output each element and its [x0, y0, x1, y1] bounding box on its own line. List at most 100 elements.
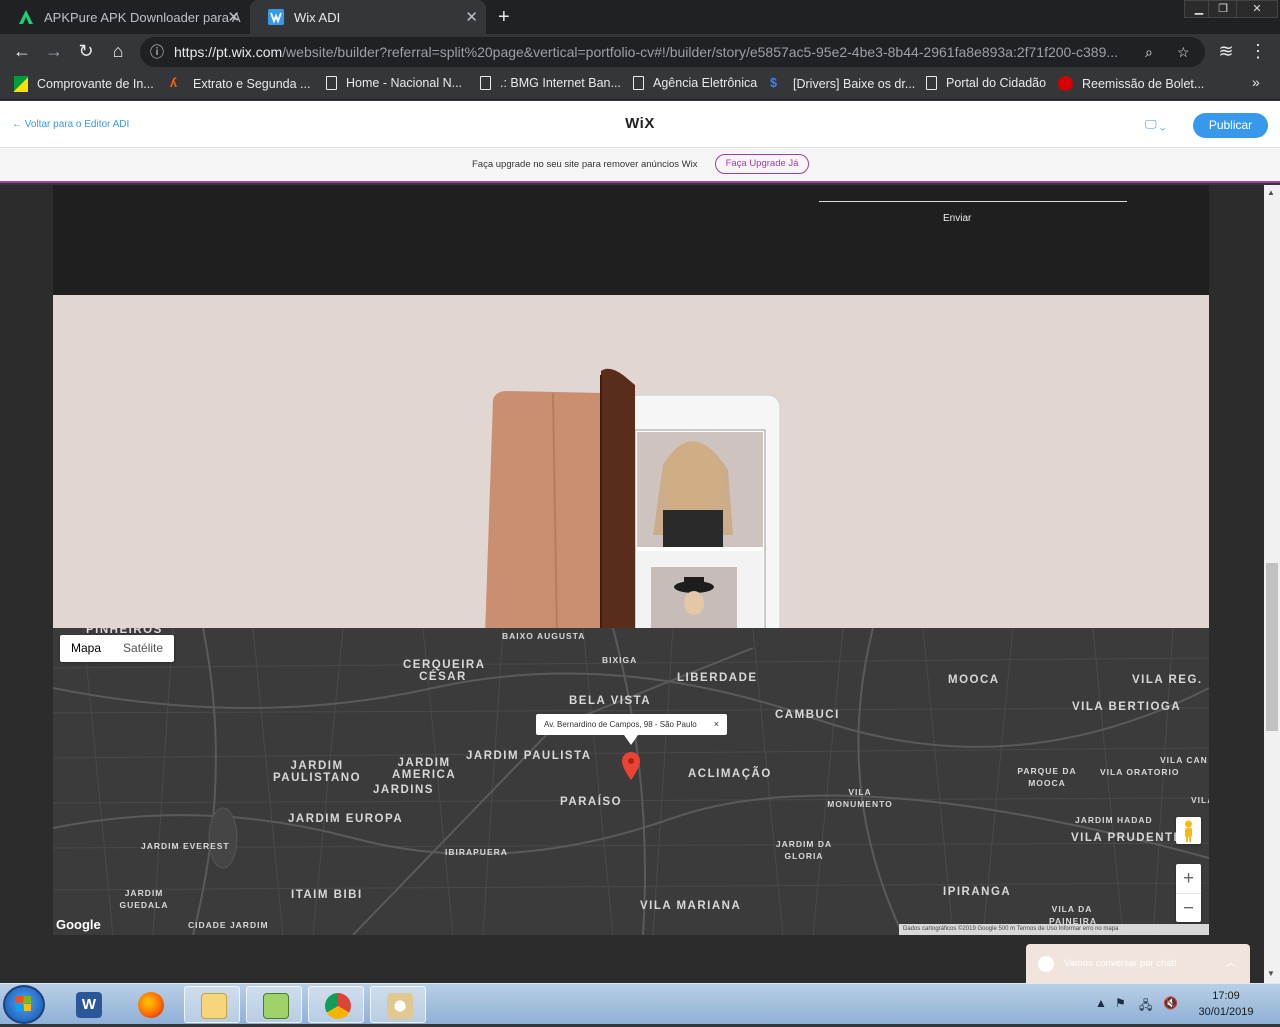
address-bar[interactable]: ⓘ https://pt.wix.com/website/builder?ref… [140, 37, 1205, 67]
reload-icon[interactable]: ↻ [74, 41, 98, 62]
map-label: JARDIM AMERICA [392, 757, 457, 781]
word-icon: W [76, 992, 102, 1018]
wix-icon [268, 9, 284, 25]
scroll-down-icon[interactable]: ▼ [1267, 969, 1275, 978]
google-map[interactable]: PINHEIROS CERQUEIRA CÉSAR BAIXO AUGUSTA … [53, 628, 1209, 935]
home-icon[interactable]: ⌂ [106, 41, 130, 62]
info-close-icon[interactable]: × [714, 714, 719, 735]
map-label: PARAÍSO [560, 796, 623, 808]
upgrade-text: Faça upgrade no seu site para remover an… [472, 159, 698, 170]
street-view-pegman-icon[interactable] [1176, 817, 1201, 844]
clock-date: 30/01/2019 [1198, 1006, 1254, 1018]
map-label: JARDIM GUEDALA [119, 888, 169, 910]
map-label: VILA REG. [1132, 674, 1203, 686]
map-type-satellite-button[interactable]: Satélite [112, 635, 174, 662]
bookmark-item[interactable]: $ [Drivers] Baixe os dr... [770, 76, 915, 92]
zoom-control: + − [1176, 864, 1201, 922]
back-arrow-icon[interactable]: ← [10, 41, 34, 62]
site-preview: Enviar PINHEIROS CERQUEIRA CÉSAR BAIXO A… [0, 185, 1264, 983]
close-tab-icon[interactable]: ✕ [227, 8, 240, 26]
more-bookmarks-icon[interactable]: » [1252, 74, 1260, 90]
chevron-up-icon[interactable]: ︿ [1225, 954, 1236, 970]
scroll-up-icon[interactable]: ▲ [1267, 188, 1275, 197]
hero-image-tablet [53, 295, 1209, 628]
santander-icon [1058, 76, 1073, 91]
forward-arrow-icon[interactable]: → [42, 41, 66, 62]
notepad-icon [263, 993, 289, 1019]
clock-time: 17:09 [1212, 990, 1240, 1002]
bookmark-item[interactable]: .: BMG Internet Ban... [480, 76, 621, 90]
new-tab-button[interactable]: + [498, 6, 510, 29]
document-icon [480, 76, 491, 90]
info-icon[interactable]: ⓘ [150, 37, 164, 67]
windows-logo-icon [16, 996, 31, 1011]
tab-wix-adi[interactable]: Wix ADI ✕ [250, 0, 486, 34]
volume-muted-icon[interactable]: 🔇 [1163, 996, 1178, 1010]
map-label: ACLIMAÇÃO [688, 768, 772, 780]
zoom-out-button[interactable]: − [1176, 893, 1201, 922]
tab-apkpure[interactable]: APKPure APK Downloader para A ✕ [0, 0, 248, 34]
bookmark-item[interactable]: Portal do Cidadão [926, 76, 1046, 90]
map-type-map-button[interactable]: Mapa [60, 635, 112, 662]
chat-icon [1038, 956, 1054, 972]
bookmark-item[interactable]: Comprovante de In... [14, 76, 154, 92]
url-path: /website/builder?referral=split%20page&v… [282, 44, 1119, 60]
contact-section: Enviar [53, 185, 1209, 295]
map-label: VILA MONUMENTO [827, 787, 893, 809]
map-label: JARDIM PAULISTA [466, 750, 592, 762]
chrome-icon [325, 993, 351, 1019]
chat-widget[interactable]: Vamos conversar por chat! ︿ [1026, 944, 1250, 983]
zoom-icon[interactable]: ⌕ [1145, 37, 1153, 67]
paint-icon [387, 993, 413, 1019]
wix-header: ← Voltar para o Editor ADI WiX 🖵 ⌄ Publi… [0, 101, 1280, 148]
taskbar-clock[interactable]: 17:09 30/01/2019 [1186, 988, 1266, 1020]
start-button[interactable] [3, 985, 45, 1024]
bookmark-item[interactable]: Reemissão de Bolet... [1058, 76, 1204, 91]
network-icon[interactable]: 🖧 [1139, 996, 1152, 1017]
browser-tab-bar: APKPure APK Downloader para A ✕ Wix ADI … [0, 0, 1280, 34]
desktop-view-icon[interactable]: 🖵 ⌄ [1145, 117, 1166, 132]
windows-taskbar: W ▲ ⚑ 🖧 🔇 17:09 30/01/2019 [0, 983, 1280, 1024]
bookmark-star-icon[interactable]: ☆ [1177, 37, 1190, 67]
map-label: LIBERDADE [677, 672, 758, 684]
document-icon [633, 76, 644, 90]
bookmark-item[interactable]: Agência Eletrônica [633, 76, 757, 90]
menu-icon[interactable]: ⋮ [1246, 41, 1270, 62]
zoom-in-button[interactable]: + [1176, 864, 1201, 893]
maximize-button[interactable]: ❐ [1208, 0, 1238, 18]
tablet-illustration [485, 368, 781, 628]
map-label: JARDIM HADAD [1075, 815, 1153, 825]
taskbar-paint[interactable] [370, 986, 426, 1023]
taskbar-chrome[interactable] [308, 986, 364, 1023]
bookmarks-bar: Comprovante de In... ʎ Extrato e Segunda … [0, 70, 1280, 100]
close-tab-icon[interactable]: ✕ [465, 8, 478, 26]
map-label: VILA ORATORIO [1100, 767, 1180, 777]
extensions-icon[interactable]: ≋ [1214, 41, 1238, 62]
map-label: VILA PRUDENTE [1071, 832, 1183, 844]
taskbar-word[interactable]: W [60, 986, 116, 1023]
document-icon [926, 76, 937, 90]
show-hidden-icons-icon[interactable]: ▲ [1095, 996, 1107, 1010]
map-label: VILA [1191, 795, 1209, 805]
map-label: JARDIM DA GLORIA [775, 839, 833, 861]
map-label: CERQUEIRA CÉSAR [403, 659, 486, 683]
action-center-flag-icon[interactable]: ⚑ [1115, 996, 1126, 1010]
publish-button[interactable]: Publicar [1193, 113, 1268, 138]
send-button[interactable]: Enviar [943, 213, 971, 224]
taskbar-notepad[interactable] [246, 986, 302, 1023]
page-scrollbar[interactable]: ▲ ▼ [1264, 185, 1280, 983]
taskbar-firefox[interactable] [122, 986, 178, 1023]
map-label: MOOCA [948, 674, 1000, 686]
map-pin-icon[interactable] [622, 752, 640, 780]
scroll-thumb[interactable] [1266, 563, 1278, 731]
bookmark-item[interactable]: Home - Nacional N... [326, 76, 462, 90]
taskbar-explorer[interactable] [184, 986, 240, 1023]
upgrade-button[interactable]: Faça Upgrade Já [715, 154, 809, 174]
bookmark-item[interactable]: ʎ Extrato e Segunda ... [170, 76, 310, 92]
map-label: ITAIM BIBI [291, 889, 363, 901]
map-label: BIXIGA [602, 655, 638, 665]
apkpure-icon [19, 10, 33, 24]
folder-icon [201, 993, 227, 1019]
map-info-window: Av. Bernardino de Campos, 98 - São Paulo… [536, 714, 727, 735]
close-window-button[interactable]: ✕ [1236, 0, 1278, 18]
